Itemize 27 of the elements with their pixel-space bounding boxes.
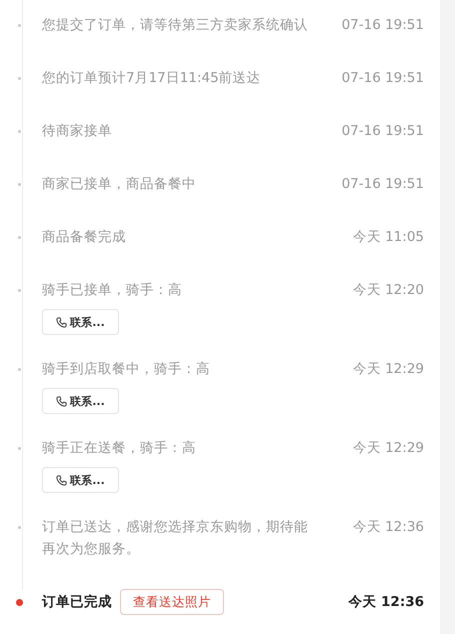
contact-button[interactable]: 联系... <box>42 467 119 493</box>
status-time: 07-16 19:51 <box>342 122 424 141</box>
status-text: 商品备餐完成 <box>42 228 126 247</box>
status-text: 您提交了订单，请等待第三方卖家系统确认 <box>42 16 308 35</box>
status-time: 今天 11:05 <box>352 228 424 247</box>
status-text: 订单已送达，感谢您选择京东购物，期待能再次为您服务。 <box>42 518 309 559</box>
phone-icon <box>56 316 68 328</box>
status-time: 今天 12:20 <box>352 281 424 300</box>
status-time: 今天 12:36 <box>352 518 424 537</box>
status-text: 骑手到店取餐中，骑手：高 <box>42 360 210 379</box>
status-text: 骑手正在送餐，骑手：高 <box>42 439 196 458</box>
status-time: 07-16 19:51 <box>342 175 424 194</box>
status-text: 您的订单预计7月17日11:45前送达 <box>42 69 261 88</box>
phone-icon <box>56 474 68 486</box>
phone-icon <box>56 396 68 406</box>
status-time: 今天 12:29 <box>352 439 424 458</box>
status-time: 今天 12:29 <box>352 360 424 379</box>
contact-button[interactable]: 联系... <box>42 309 119 335</box>
status-time: 今天 12:36 <box>348 593 424 612</box>
status-text: 骑手已接单，骑手：高 <box>42 281 182 300</box>
status-time: 07-16 19:51 <box>342 16 424 35</box>
status-text: 商家已接单，商品备餐中 <box>42 175 196 194</box>
status-text: 待商家接单 <box>42 122 112 141</box>
status-time: 07-16 19:51 <box>342 69 424 88</box>
contact-button[interactable]: 联系... <box>42 388 119 414</box>
view-photo-button[interactable]: 查看送达照片 <box>120 589 224 615</box>
status-text: 订单已完成 <box>42 593 112 612</box>
